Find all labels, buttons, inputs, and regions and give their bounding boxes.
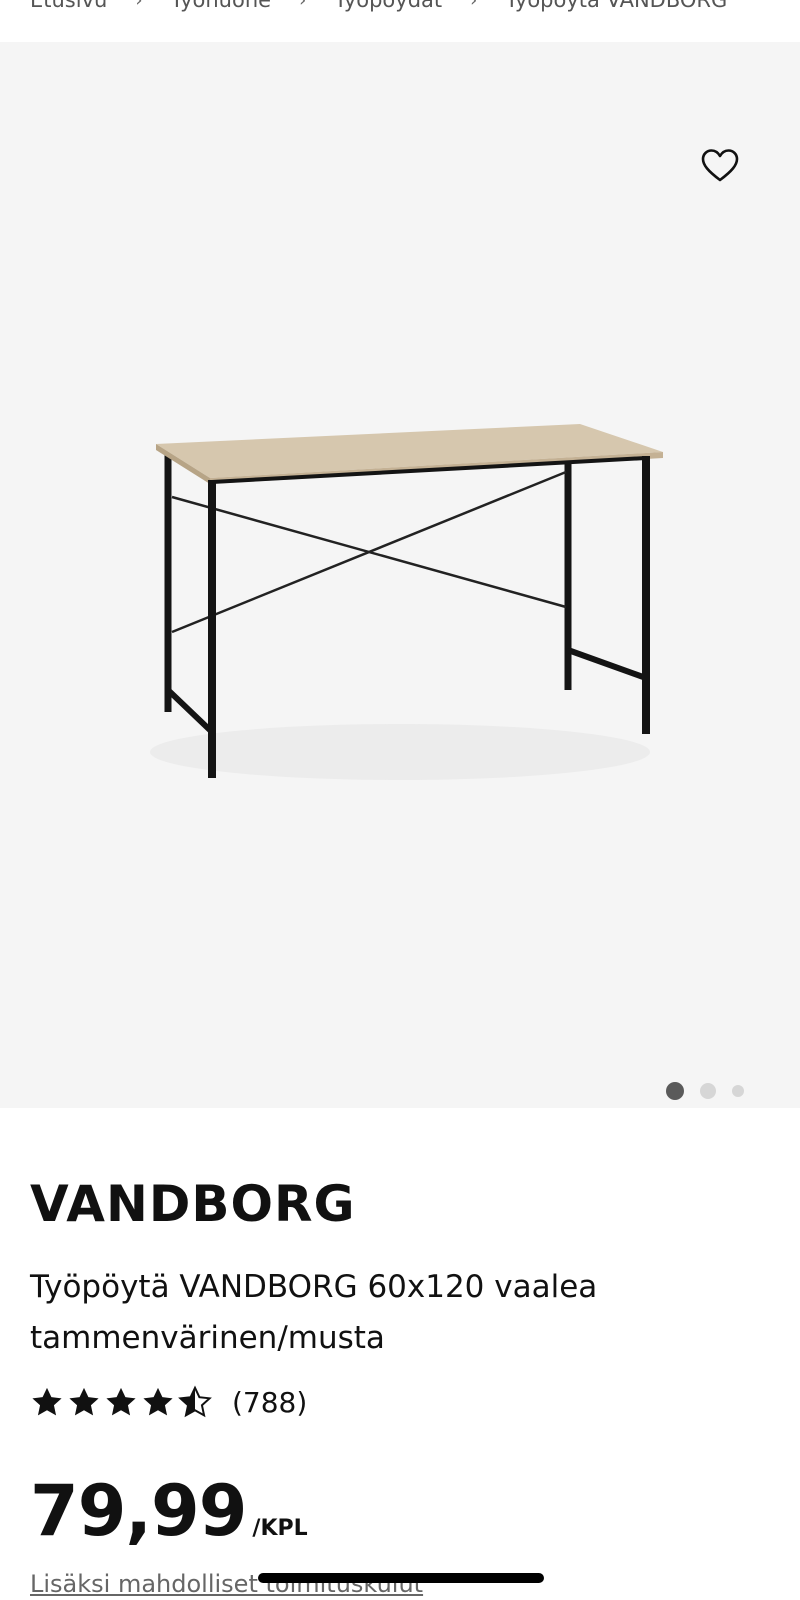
favorite-button[interactable]: [700, 147, 740, 187]
product-price: 79,99 /KPL: [30, 1470, 308, 1552]
heart-outline-icon: [701, 149, 739, 182]
gallery-dot[interactable]: [700, 1083, 716, 1099]
star-icon: [32, 1387, 62, 1416]
product-rating[interactable]: (788): [30, 1385, 307, 1419]
gallery-pagination: [666, 1082, 744, 1100]
breadcrumb-item-home[interactable]: Etusivu: [30, 0, 107, 12]
rating-stars: [30, 1385, 212, 1419]
star-icon: [143, 1387, 173, 1416]
breadcrumb-item-workroom[interactable]: Työhuone: [171, 0, 272, 12]
star-icon: [106, 1387, 136, 1416]
product-gallery[interactable]: [0, 42, 800, 1108]
review-count[interactable]: (788): [232, 1386, 307, 1419]
product-image: [150, 424, 663, 780]
product-brand: VANDBORG: [30, 1175, 356, 1233]
breadcrumb-separator: ›: [299, 0, 307, 11]
breadcrumb-separator: ›: [135, 0, 143, 11]
price-amount: 79,99: [30, 1470, 247, 1552]
price-unit: /KPL: [252, 1516, 308, 1541]
gallery-dot-active[interactable]: [666, 1082, 684, 1100]
star-icon: [69, 1387, 99, 1416]
breadcrumb-item-desks[interactable]: Työpöydät: [334, 0, 442, 12]
breadcrumb-separator: ›: [470, 0, 478, 11]
home-indicator: [258, 1573, 544, 1583]
breadcrumb-item-current: Työpöytä VANDBORG: [505, 0, 728, 12]
product-description: Työpöytä VANDBORG 60x120 vaalea tammenvä…: [30, 1269, 598, 1356]
gallery-dot[interactable]: [732, 1085, 744, 1097]
half-star-icon: [178, 1385, 212, 1418]
breadcrumb: Etusivu › Työhuone › Työpöydät › Työpöyt…: [0, 0, 800, 42]
